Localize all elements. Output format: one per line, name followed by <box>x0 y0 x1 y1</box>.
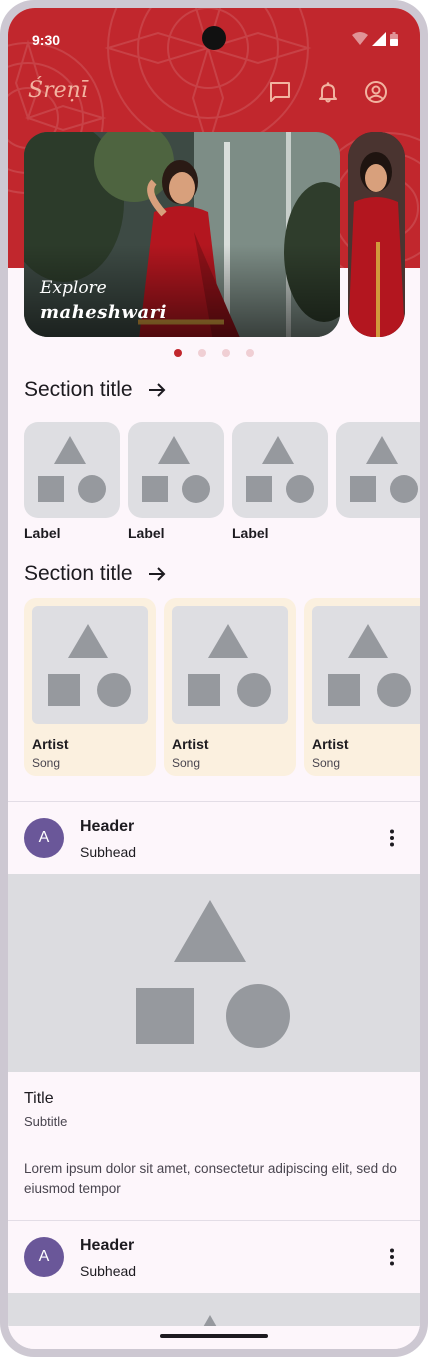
carousel-dot[interactable] <box>174 349 182 357</box>
card-subhead: Subhead <box>80 1263 137 1279</box>
category-label: Label <box>128 525 165 541</box>
more-vert-icon[interactable] <box>380 826 404 850</box>
placeholder-shapes-icon <box>32 606 148 724</box>
album-row: Artist Song Artist Song Artist Song <box>24 598 420 778</box>
brand-logo[interactable]: Śreṇī <box>28 78 88 103</box>
chat-bubble-icon[interactable] <box>266 78 294 106</box>
section-title: Section title <box>24 378 133 401</box>
card-body: Title Subtitle Lorem ipsum dolor sit ame… <box>8 1072 420 1215</box>
placeholder-shapes-icon <box>172 606 288 724</box>
card-header-title: Header <box>80 1237 135 1254</box>
status-time: 9:30 <box>32 32 61 48</box>
more-vert-icon[interactable] <box>380 1245 404 1269</box>
camera-cutout <box>202 26 226 50</box>
category-label: Label <box>24 525 61 541</box>
status-icons <box>352 32 398 46</box>
card-media <box>8 874 420 1072</box>
carousel-item-next[interactable] <box>348 132 405 337</box>
content-card[interactable]: A Header Subhead Title Subtitle Lorem ip… <box>8 801 420 1215</box>
carousel-dot[interactable] <box>222 349 230 357</box>
category-item[interactable]: Label <box>24 422 120 541</box>
placeholder-shapes-icon <box>136 900 290 1048</box>
signal-icon <box>372 32 386 46</box>
category-item[interactable] <box>336 422 420 525</box>
account-circle-icon[interactable] <box>362 78 390 106</box>
album-card[interactable]: Artist Song <box>304 598 420 776</box>
section-header: Section title <box>24 378 167 402</box>
card-header: A Header Subhead <box>8 802 420 874</box>
top-app-bar: Śreṇī <box>8 72 420 112</box>
album-card[interactable]: Artist Song <box>24 598 156 776</box>
placeholder-shapes-icon <box>128 422 224 518</box>
category-item[interactable]: Label <box>128 422 224 541</box>
section-header: Section title <box>24 562 167 586</box>
category-row: Label Label Label <box>24 422 420 546</box>
placeholder-shapes-icon <box>336 422 420 518</box>
album-artist: Artist <box>312 736 349 752</box>
card-header-title: Header <box>80 818 135 835</box>
carousel-indicator <box>8 349 420 357</box>
album-card[interactable]: Artist Song <box>164 598 296 776</box>
carousel-item-maheshwari[interactable]: Explore maheshwari <box>24 132 340 337</box>
arrow-right-icon[interactable] <box>147 380 167 400</box>
card-supporting-text: Lorem ipsum dolor sit amet, consectetur … <box>24 1161 397 1196</box>
arrow-right-icon[interactable] <box>147 564 167 584</box>
avatar[interactable]: A <box>24 818 64 858</box>
wifi-icon <box>352 32 368 45</box>
album-song: Song <box>312 756 341 770</box>
carousel-dot[interactable] <box>198 349 206 357</box>
album-artist: Artist <box>172 736 209 752</box>
placeholder-shapes-icon <box>232 422 328 518</box>
album-song: Song <box>32 756 61 770</box>
hero-caption-explore: Explore <box>40 278 107 298</box>
card-subtitle: Subtitle <box>24 1114 68 1129</box>
album-artist: Artist <box>32 736 69 752</box>
category-label: Label <box>232 525 269 541</box>
home-indicator[interactable] <box>160 1334 268 1338</box>
card-title: Title <box>24 1090 54 1107</box>
card-subhead: Subhead <box>80 844 137 860</box>
category-item[interactable]: Label <box>232 422 328 541</box>
card-header: A Header Subhead <box>8 1221 420 1293</box>
section-title: Section title <box>24 562 133 585</box>
placeholder-shapes-icon <box>24 422 120 518</box>
placeholder-shapes-icon <box>312 606 420 724</box>
bell-icon[interactable] <box>314 78 342 106</box>
hero-caption-title: maheshwari <box>40 302 167 323</box>
model-figure-image <box>348 132 405 337</box>
album-song: Song <box>172 756 201 770</box>
status-bar: 9:30 <box>8 8 420 60</box>
battery-icon <box>390 32 398 46</box>
screen: 9:30 Śreṇī Explore maheshwari Section ti… <box>8 8 420 1349</box>
device-frame: 9:30 Śreṇī Explore maheshwari Section ti… <box>0 0 428 1357</box>
avatar[interactable]: A <box>24 1237 64 1277</box>
carousel-dot[interactable] <box>246 349 254 357</box>
